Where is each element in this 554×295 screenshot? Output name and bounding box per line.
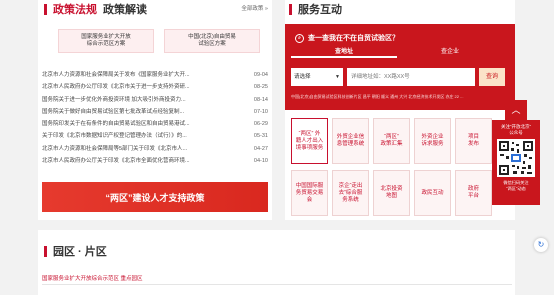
parks-section: 园区 · 片区 国家服务业扩大开放综合示范区 重点园区: [38, 230, 515, 295]
tab-policy-regulations[interactable]: 政策法规: [53, 1, 97, 17]
parks-header: 园区 · 片区: [44, 244, 107, 258]
news-item[interactable]: 北京市人民政府办公厅印发《北京市关于进一步支持外资研... 08-25: [42, 81, 268, 93]
news-item[interactable]: 北京市人民政府办公厅关于印发《北京市全面优化营商环境... 04-10: [42, 155, 268, 167]
qr-title: 关注“开放北京” 公众号: [501, 124, 531, 135]
service-tile-foreign-talent[interactable]: “两区” 外 籍人才出入 境事项服务: [291, 118, 328, 164]
search-icon: ⌕: [295, 33, 304, 43]
page: 政策法规 政策解读 全部政策 » 国家服务业扩大开放 综合示范区方案 中国(北京…: [0, 0, 554, 295]
district-select[interactable]: 请选择 ▼: [291, 68, 343, 86]
policy-box-service-industry[interactable]: 国家服务业扩大开放 综合示范区方案: [58, 29, 154, 53]
service-tile-foreign-appeals[interactable]: 外资企业 诉求服务: [414, 118, 451, 164]
service-tile-citizen-interaction[interactable]: 政民互动: [414, 170, 451, 216]
service-panel: 服务互动 ⌕ 查一查我在不在自贸试验区？ 查地址 查企业 请选择 ▼ 查询 中国…: [285, 0, 515, 220]
tab-query-address[interactable]: 查地址: [291, 46, 397, 58]
service-title: 服务互动: [298, 4, 342, 16]
query-hot-links[interactable]: 中国(北京)自由贸易试验区科技创新片区 昌平 朝阳 顺义 通州 大兴 北京经济技…: [291, 94, 505, 100]
parks-title: 园区 · 片区: [53, 246, 107, 258]
address-input[interactable]: [347, 68, 475, 86]
policy-box-ftz[interactable]: 中国(北京)自由贸易 试验区方案: [164, 29, 260, 53]
news-item[interactable]: 北京市人力资源和社会保障局等5部门关于印发《北京市人... 04-27: [42, 143, 268, 155]
news-item[interactable]: 国务院关于做好自由贸易试验区第七批改革试点经验复制... 07-10: [42, 106, 268, 118]
service-tiles: “两区” 外 籍人才出入 境事项服务 外贸企业信 息管理系统 “两区” 政策汇集…: [291, 118, 495, 216]
tab-policy-interpretation[interactable]: 政策解读: [103, 1, 147, 17]
service-header: 服务互动: [289, 2, 342, 16]
qr-footer: 微信扫码关注 “两区”动态: [503, 180, 529, 191]
chevron-down-icon: ▼: [335, 74, 340, 80]
query-button[interactable]: 查询: [479, 68, 505, 86]
news-item[interactable]: 北京市人力资源和社会保障局关于发布《国家服务业扩大开... 09-04: [42, 69, 268, 81]
query-tabs: 查地址 查企业: [291, 46, 503, 58]
qr-code-image: [497, 139, 535, 177]
service-tile-project-release[interactable]: 项目 发布: [455, 118, 492, 164]
tab-query-company[interactable]: 查企业: [397, 46, 503, 58]
talent-policy-banner[interactable]: “两区”建设人才支持政策: [42, 182, 268, 212]
service-tile-gov-platform[interactable]: 政府 平台: [455, 170, 492, 216]
all-policies-link[interactable]: 全部政策 »: [241, 4, 268, 12]
service-tile-policy-collection[interactable]: “两区” 政策汇集: [373, 118, 410, 164]
service-tile-trade-info[interactable]: 外贸企业信 息管理系统: [332, 118, 369, 164]
news-item[interactable]: 国务院关于进一步优化外商投资环境 加大吸引外商投资力... 08-14: [42, 94, 268, 106]
parks-subtitle[interactable]: 国家服务业扩大开放综合示范区 重点园区: [42, 274, 143, 282]
service-tile-ciftis[interactable]: 中国国际服 务贸易交易 会: [291, 170, 328, 216]
section-bar: [44, 3, 47, 15]
refresh-icon[interactable]: ↻: [534, 238, 548, 252]
news-list: 北京市人力资源和社会保障局关于发布《国家服务业扩大开... 09-04 北京市人民…: [42, 69, 268, 167]
service-tile-investment-map[interactable]: 北京投资 地图: [373, 170, 410, 216]
news-item[interactable]: 关于印发《北京市数据知识产权登记管理办法（试行）》的... 05-31: [42, 130, 268, 142]
divider: [42, 284, 512, 285]
chevron-up-icon[interactable]: ︿: [505, 100, 527, 120]
ftz-query-box: ⌕ 查一查我在不在自贸试验区？ 查地址 查企业 请选择 ▼ 查询 中国(北京)自…: [285, 24, 515, 110]
service-tile-going-global[interactable]: 京企“走出 去”综合服 务系统: [332, 170, 369, 216]
section-bar: [289, 3, 292, 15]
query-title: ⌕ 查一查我在不在自贸试验区？: [295, 33, 399, 43]
wechat-qr-widget: 关注“开放北京” 公众号 微信扫码关注 “两区”动态: [492, 120, 540, 205]
policy-panel: 政策法规 政策解读 全部政策 » 国家服务业扩大开放 综合示范区方案 中国(北京…: [38, 0, 272, 220]
news-item[interactable]: 国务院印发关于在有条件的自由贸易试验区和自由贸易港试... 06-29: [42, 118, 268, 130]
section-bar: [44, 245, 47, 257]
policy-header: 政策法规 政策解读: [44, 2, 147, 16]
